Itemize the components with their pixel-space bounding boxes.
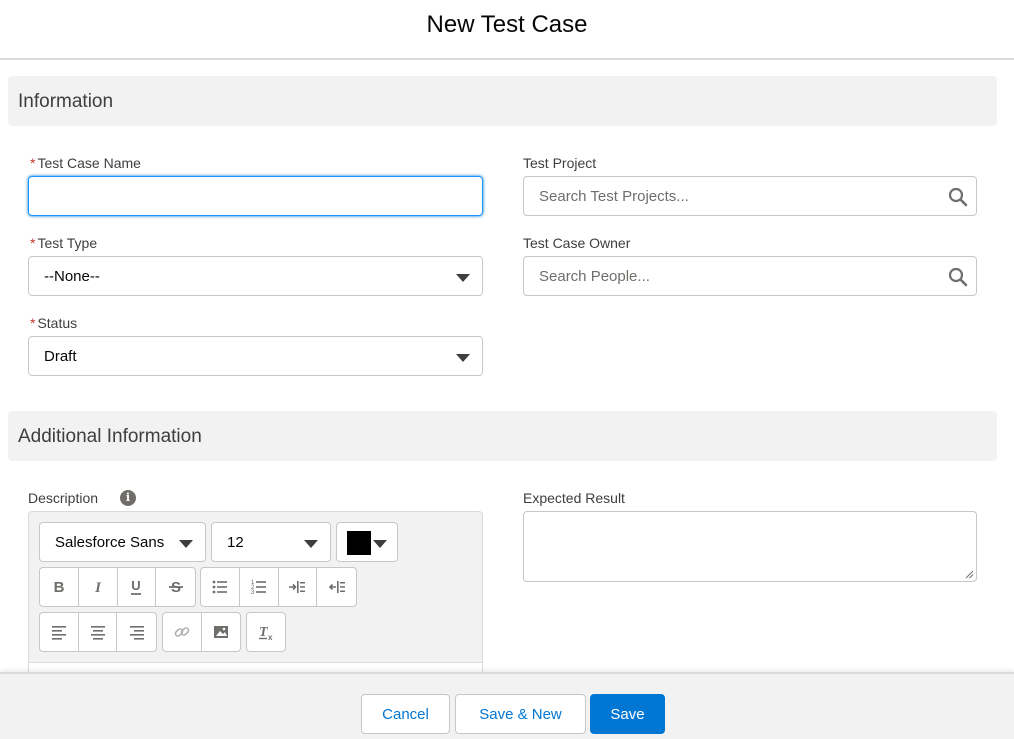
indent-button[interactable] [279,568,318,606]
underline-button[interactable]: U [118,568,157,606]
outdent-button[interactable] [317,568,356,606]
section-title: Information [18,91,114,112]
status-label: * Status [30,315,78,331]
test-project-placeholder: Search Test Projects... [539,188,689,205]
strikethrough-button[interactable]: S [156,568,195,606]
cancel-button[interactable]: Cancel [361,694,450,734]
italic-icon: I [94,580,102,596]
required-marker: * [30,315,36,331]
numbered-list-icon: 123 [251,580,266,596]
search-icon[interactable] [948,267,968,287]
text-color-picker[interactable] [336,522,398,562]
chevron-down-icon [456,354,470,362]
test-case-name-input[interactable] [28,176,483,216]
test-type-select[interactable]: --None-- [28,256,483,296]
svg-text:x: x [268,633,273,641]
clear-formatting-icon: Tx [259,625,273,641]
align-left-button[interactable] [40,613,79,651]
color-swatch [347,531,371,555]
underline-icon: U [131,578,142,595]
align-right-icon [129,626,144,640]
expected-result-textarea[interactable] [523,511,977,582]
description-label: Description [28,490,99,506]
clear-formatting-button[interactable]: Tx [247,613,285,651]
test-type-label: * Test Type [30,235,98,251]
align-left-icon [51,626,66,640]
status-select[interactable]: Draft [28,336,483,376]
required-marker: * [30,235,36,251]
test-case-name-label: * Test Case Name [30,155,141,171]
image-button[interactable] [202,613,241,651]
align-center-icon [90,626,105,640]
numbered-list-button[interactable]: 123 [240,568,279,606]
svg-text:U: U [132,578,141,593]
required-marker: * [30,155,36,171]
indent-icon [289,581,306,593]
align-right-button[interactable] [117,613,156,651]
section-header-additional-information[interactable]: Additional Information [8,411,997,461]
image-icon [213,626,228,638]
svg-text:B: B [53,579,64,596]
test-project-label: Test Project [523,155,597,171]
expected-result-label: Expected Result [523,490,625,506]
svg-text:I: I [94,580,102,596]
italic-button[interactable]: I [79,568,118,606]
test-case-owner-label: Test Case Owner [523,235,631,251]
svg-text:3: 3 [251,590,255,596]
align-center-button[interactable] [79,613,118,651]
chevron-down-icon [179,540,193,548]
test-case-owner-lookup[interactable]: Search People... [523,256,977,296]
section-header-information[interactable]: Information [8,76,997,126]
info-icon[interactable]: i [120,490,136,506]
resize-handle-icon[interactable] [964,569,974,579]
modal-header: New Test Case [0,0,1014,60]
modal-footer: Cancel Save & New Save [0,672,1014,739]
bulleted-list-icon [212,580,227,594]
bulleted-list-button[interactable] [201,568,240,606]
save-and-new-button[interactable]: Save & New [455,694,586,734]
list-format-group: 123 [200,567,357,607]
search-icon[interactable] [948,187,968,207]
save-button[interactable]: Save [590,694,665,734]
align-group [39,612,157,652]
chevron-down-icon [373,540,387,548]
link-button[interactable] [163,613,202,651]
section-title: Additional Information [18,426,202,447]
strikethrough-icon: S [168,579,183,596]
font-size-select[interactable]: 12 [211,522,331,562]
outdent-icon [328,581,345,593]
modal-title: New Test Case [426,11,588,38]
clear-format-group: Tx [246,612,286,652]
font-family-select[interactable]: Salesforce Sans [39,522,206,562]
chevron-down-icon [456,274,470,282]
chevron-down-icon [304,540,318,548]
insert-group [162,612,241,652]
bold-icon: B [53,579,64,596]
test-project-lookup[interactable]: Search Test Projects... [523,176,977,216]
test-case-owner-placeholder: Search People... [539,268,650,285]
bold-button[interactable]: B [40,568,79,606]
link-icon [174,627,190,637]
text-format-group: B I U S [39,567,196,607]
